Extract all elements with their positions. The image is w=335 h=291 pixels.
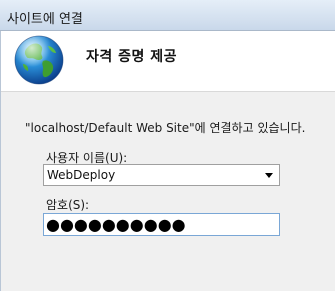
dropdown-arrow-icon[interactable] [265,173,273,178]
dialog-body: "localhost/Default Web Site"에 연결하고 있습니다.… [0,92,335,291]
title-bar: 사이트에 연결 [0,0,335,31]
username-value[interactable]: WebDeploy [47,168,115,182]
connect-to-site-dialog: 사이트에 연결 자격 증명 제공 "localhost/Default Web … [0,0,335,291]
username-combobox[interactable]: WebDeploy [43,164,280,186]
password-value[interactable]: ●●●●●●●●●● [46,214,186,235]
window-title: 사이트에 연결 [7,12,83,27]
password-label: 암호(S): [46,198,90,212]
header-title: 자격 증명 제공 [86,49,178,65]
connection-message: "localhost/Default Web Site"에 연결하고 있습니다. [25,121,306,135]
header-panel: 자격 증명 제공 [0,31,335,92]
globe-icon [13,34,65,90]
password-field[interactable]: ●●●●●●●●●● [43,213,280,236]
window-left-edge [0,31,1,291]
